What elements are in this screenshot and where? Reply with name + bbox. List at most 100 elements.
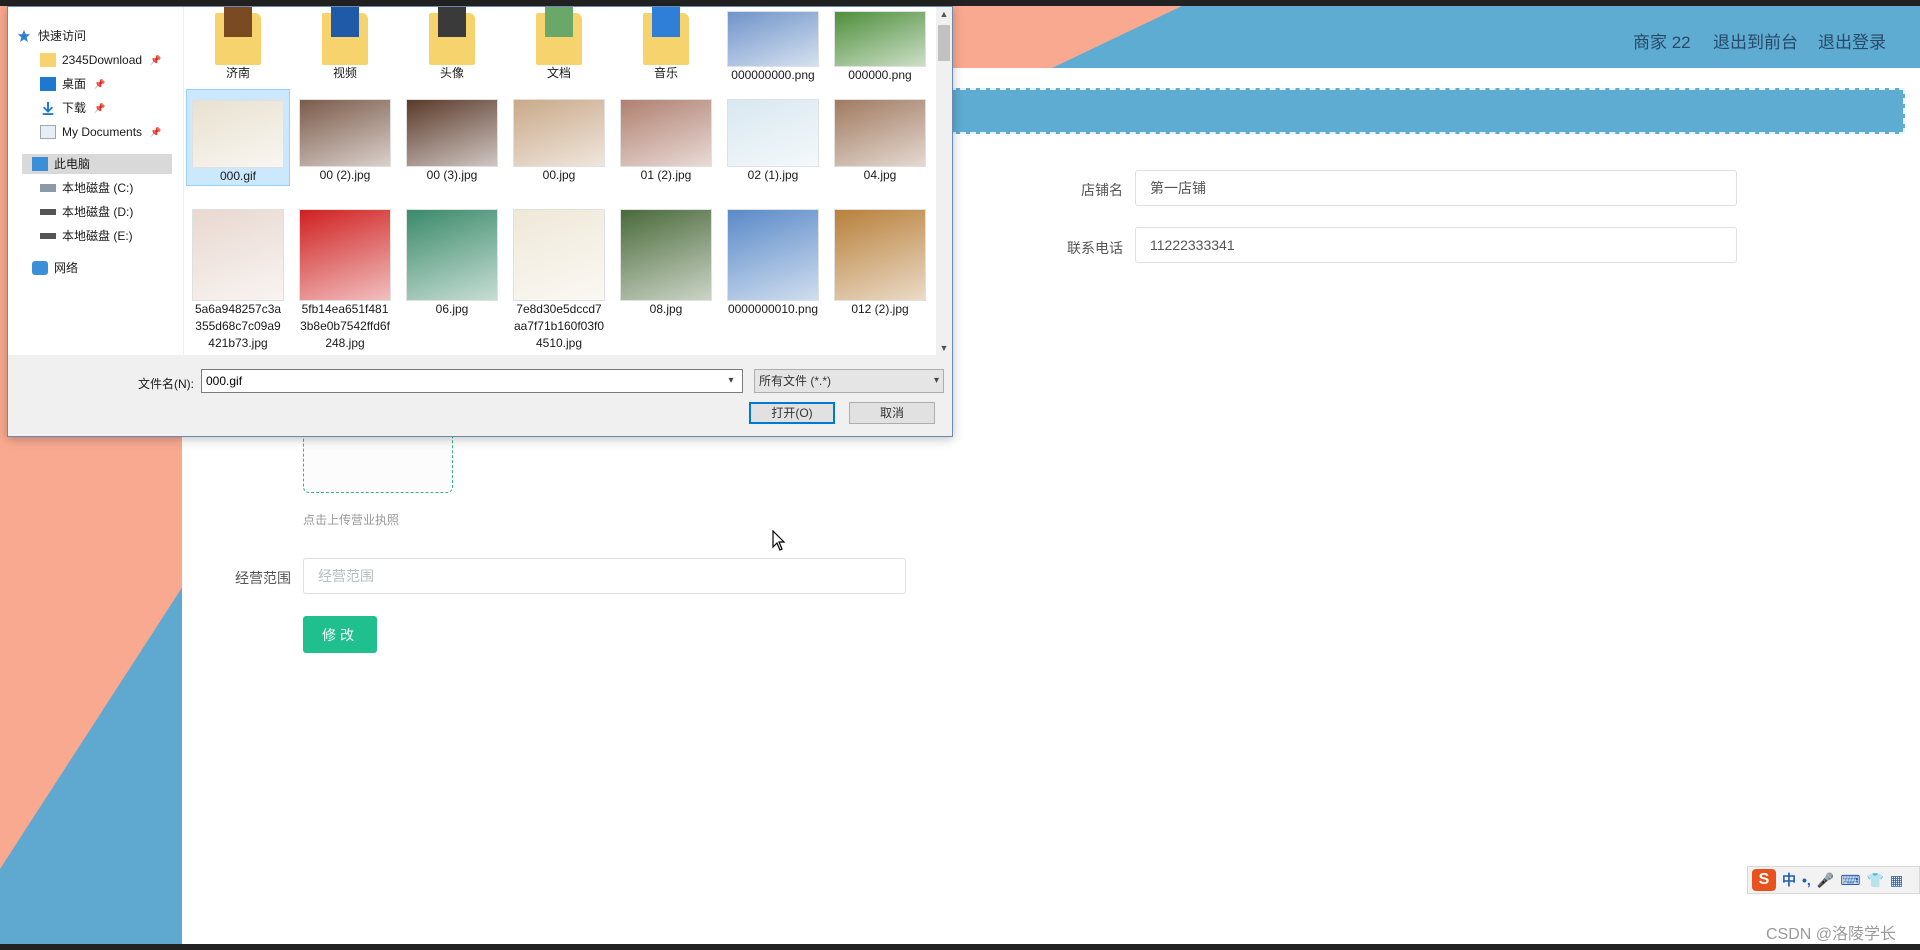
folder-preview (224, 7, 252, 37)
csdn-watermark: CSDN @洛陵学长 (1766, 926, 1897, 943)
pin-icon: 📌 (150, 55, 162, 65)
navigation-pane: 快速访问 2345Download 📌 桌面 📌 下载 📌 My Documen… (8, 7, 183, 355)
file-item[interactable]: 0000000010.png (721, 205, 825, 318)
phone-input[interactable] (1135, 227, 1737, 263)
scroll-up-icon[interactable]: ▲ (939, 9, 949, 19)
file-item[interactable]: 5a6a948257c3a355d68c7c09a9421b73.jpg (186, 205, 290, 352)
nav-this-pc-label: 此电脑 (54, 157, 91, 171)
image-thumbnail (406, 209, 498, 301)
drive-icon (40, 233, 56, 239)
file-name: 02 (1).jpg (747, 168, 799, 182)
ime-keyboard-icon[interactable]: ⌨ (1840, 872, 1860, 889)
nav-drive-e[interactable]: 本地磁盘 (E:) (40, 226, 133, 246)
drive-icon (40, 209, 56, 215)
file-item[interactable]: 文档 (507, 7, 611, 82)
file-item[interactable]: 06.jpg (400, 205, 504, 318)
image-thumbnail (834, 11, 926, 67)
nav-drive-c[interactable]: 本地磁盘 (C:) (40, 178, 133, 198)
file-item[interactable]: 音乐 (614, 7, 718, 82)
ime-toolbar[interactable]: S 中 •, 🎤 ⌨ 👕 ▦ (1747, 866, 1920, 894)
drive-icon (40, 184, 56, 192)
folder-preview (331, 7, 359, 37)
chevron-down-icon[interactable]: ▾ (721, 370, 741, 392)
nav-drive-label: 本地磁盘 (E:) (62, 229, 133, 243)
file-item[interactable]: 000.gif (186, 89, 290, 186)
ime-mic-icon[interactable]: 🎤 (1817, 872, 1834, 889)
network-icon (32, 261, 48, 275)
file-name: 04.jpg (863, 168, 897, 182)
scroll-down-icon[interactable]: ▼ (939, 343, 949, 353)
folder-icon (322, 7, 368, 65)
file-item[interactable]: 7e8d30e5dccd7aa7f71b160f03f04510.jpg (507, 205, 611, 352)
folder-preview (652, 7, 680, 37)
nav-logout[interactable]: 退出登录 (1818, 28, 1886, 52)
image-thumbnail (192, 100, 284, 168)
nav-back-to-frontend[interactable]: 退出到前台 (1713, 28, 1798, 52)
ime-skin-icon[interactable]: 👕 (1866, 872, 1883, 889)
image-thumbnail (299, 99, 391, 167)
file-item[interactable]: 08.jpg (614, 205, 718, 318)
nav-network-label: 网络 (54, 261, 79, 275)
file-item[interactable]: 00.jpg (507, 89, 611, 184)
sogou-logo-icon: S (1752, 869, 1776, 891)
cancel-button[interactable]: 取消 (849, 402, 935, 424)
file-item[interactable]: 04.jpg (828, 89, 932, 184)
shop-name-input[interactable] (1135, 170, 1737, 206)
header-username[interactable]: 商家 22 (1633, 28, 1691, 52)
scope-input[interactable] (303, 558, 906, 594)
file-item[interactable]: 000000.png (828, 7, 932, 84)
file-name: 000000.png (848, 68, 912, 82)
file-item[interactable]: 00 (3).jpg (400, 89, 504, 184)
nav-network[interactable]: 网络 (32, 258, 78, 278)
file-name: 00.jpg (542, 168, 576, 182)
file-name: 000.gif (219, 169, 257, 183)
image-thumbnail (192, 209, 284, 301)
folder-preview (545, 7, 573, 37)
filename-label: 文件名(N): (138, 377, 194, 391)
file-item[interactable]: 5fb14ea651f4813b8e0b7542ffd6f248.jpg (293, 205, 397, 352)
file-name: 济南 (225, 66, 250, 80)
submit-button[interactable]: 修改 (303, 616, 377, 653)
nav-item-desktop[interactable]: 桌面 📌 (40, 74, 105, 94)
ime-chinese-toggle[interactable]: 中 (1782, 870, 1796, 890)
nav-item-2345download[interactable]: 2345Download 📌 (40, 50, 161, 70)
file-item[interactable]: 012 (2).jpg (828, 205, 932, 318)
file-item[interactable]: 02 (1).jpg (721, 89, 825, 184)
file-open-dialog: 快速访问 2345Download 📌 桌面 📌 下载 📌 My Documen… (7, 6, 953, 437)
chevron-down-icon: ▾ (933, 375, 939, 386)
bottom-edge (0, 944, 1920, 950)
file-list-pane: 济南 视频 头像 文档 音乐 000000000.png 000000.png 000.gif… (184, 7, 936, 355)
file-item[interactable]: 头像 (400, 7, 504, 82)
nav-quick-access-label: 快速访问 (38, 29, 87, 43)
open-button[interactable]: 打开(O) (749, 402, 835, 424)
filename-input[interactable] (201, 369, 743, 393)
image-thumbnail (834, 209, 926, 301)
nav-drive-d[interactable]: 本地磁盘 (D:) (40, 202, 133, 222)
file-item[interactable]: 视频 (293, 7, 397, 82)
scroll-thumb[interactable] (938, 25, 950, 61)
file-name: 000000000.png (731, 68, 815, 82)
pin-icon: 📌 (94, 103, 106, 113)
nav-quick-access[interactable]: 快速访问 (16, 26, 86, 46)
ime-menu-icon[interactable]: ▦ (1890, 872, 1903, 889)
nav-item-label: My Documents (62, 125, 143, 139)
file-list-scrollbar[interactable]: ▲ ▼ (936, 7, 952, 355)
file-name: 5fb14ea651f4813b8e0b7542ffd6f248.jpg (300, 302, 390, 350)
file-item[interactable]: 00 (2).jpg (293, 89, 397, 184)
folder-icon (643, 7, 689, 65)
file-name: 0000000010.png (727, 302, 819, 316)
nav-this-pc[interactable]: 此电脑 (22, 154, 172, 174)
file-item[interactable]: 01 (2).jpg (614, 89, 718, 184)
license-upload-box[interactable] (303, 436, 453, 493)
nav-item-my-documents[interactable]: My Documents 📌 (40, 122, 161, 142)
pin-icon: 📌 (150, 127, 162, 137)
file-name: 01 (2).jpg (640, 168, 692, 182)
file-item[interactable]: 000000000.png (721, 7, 825, 84)
file-item[interactable]: 济南 (186, 7, 290, 82)
filetype-select[interactable]: 所有文件 (*.*) ▾ (754, 369, 944, 393)
nav-item-downloads[interactable]: 下载 📌 (40, 98, 105, 118)
pin-icon: 📌 (94, 79, 106, 89)
image-thumbnail (834, 99, 926, 167)
file-name: 文档 (546, 66, 571, 80)
ime-punct-icon[interactable]: •, (1802, 872, 1811, 888)
